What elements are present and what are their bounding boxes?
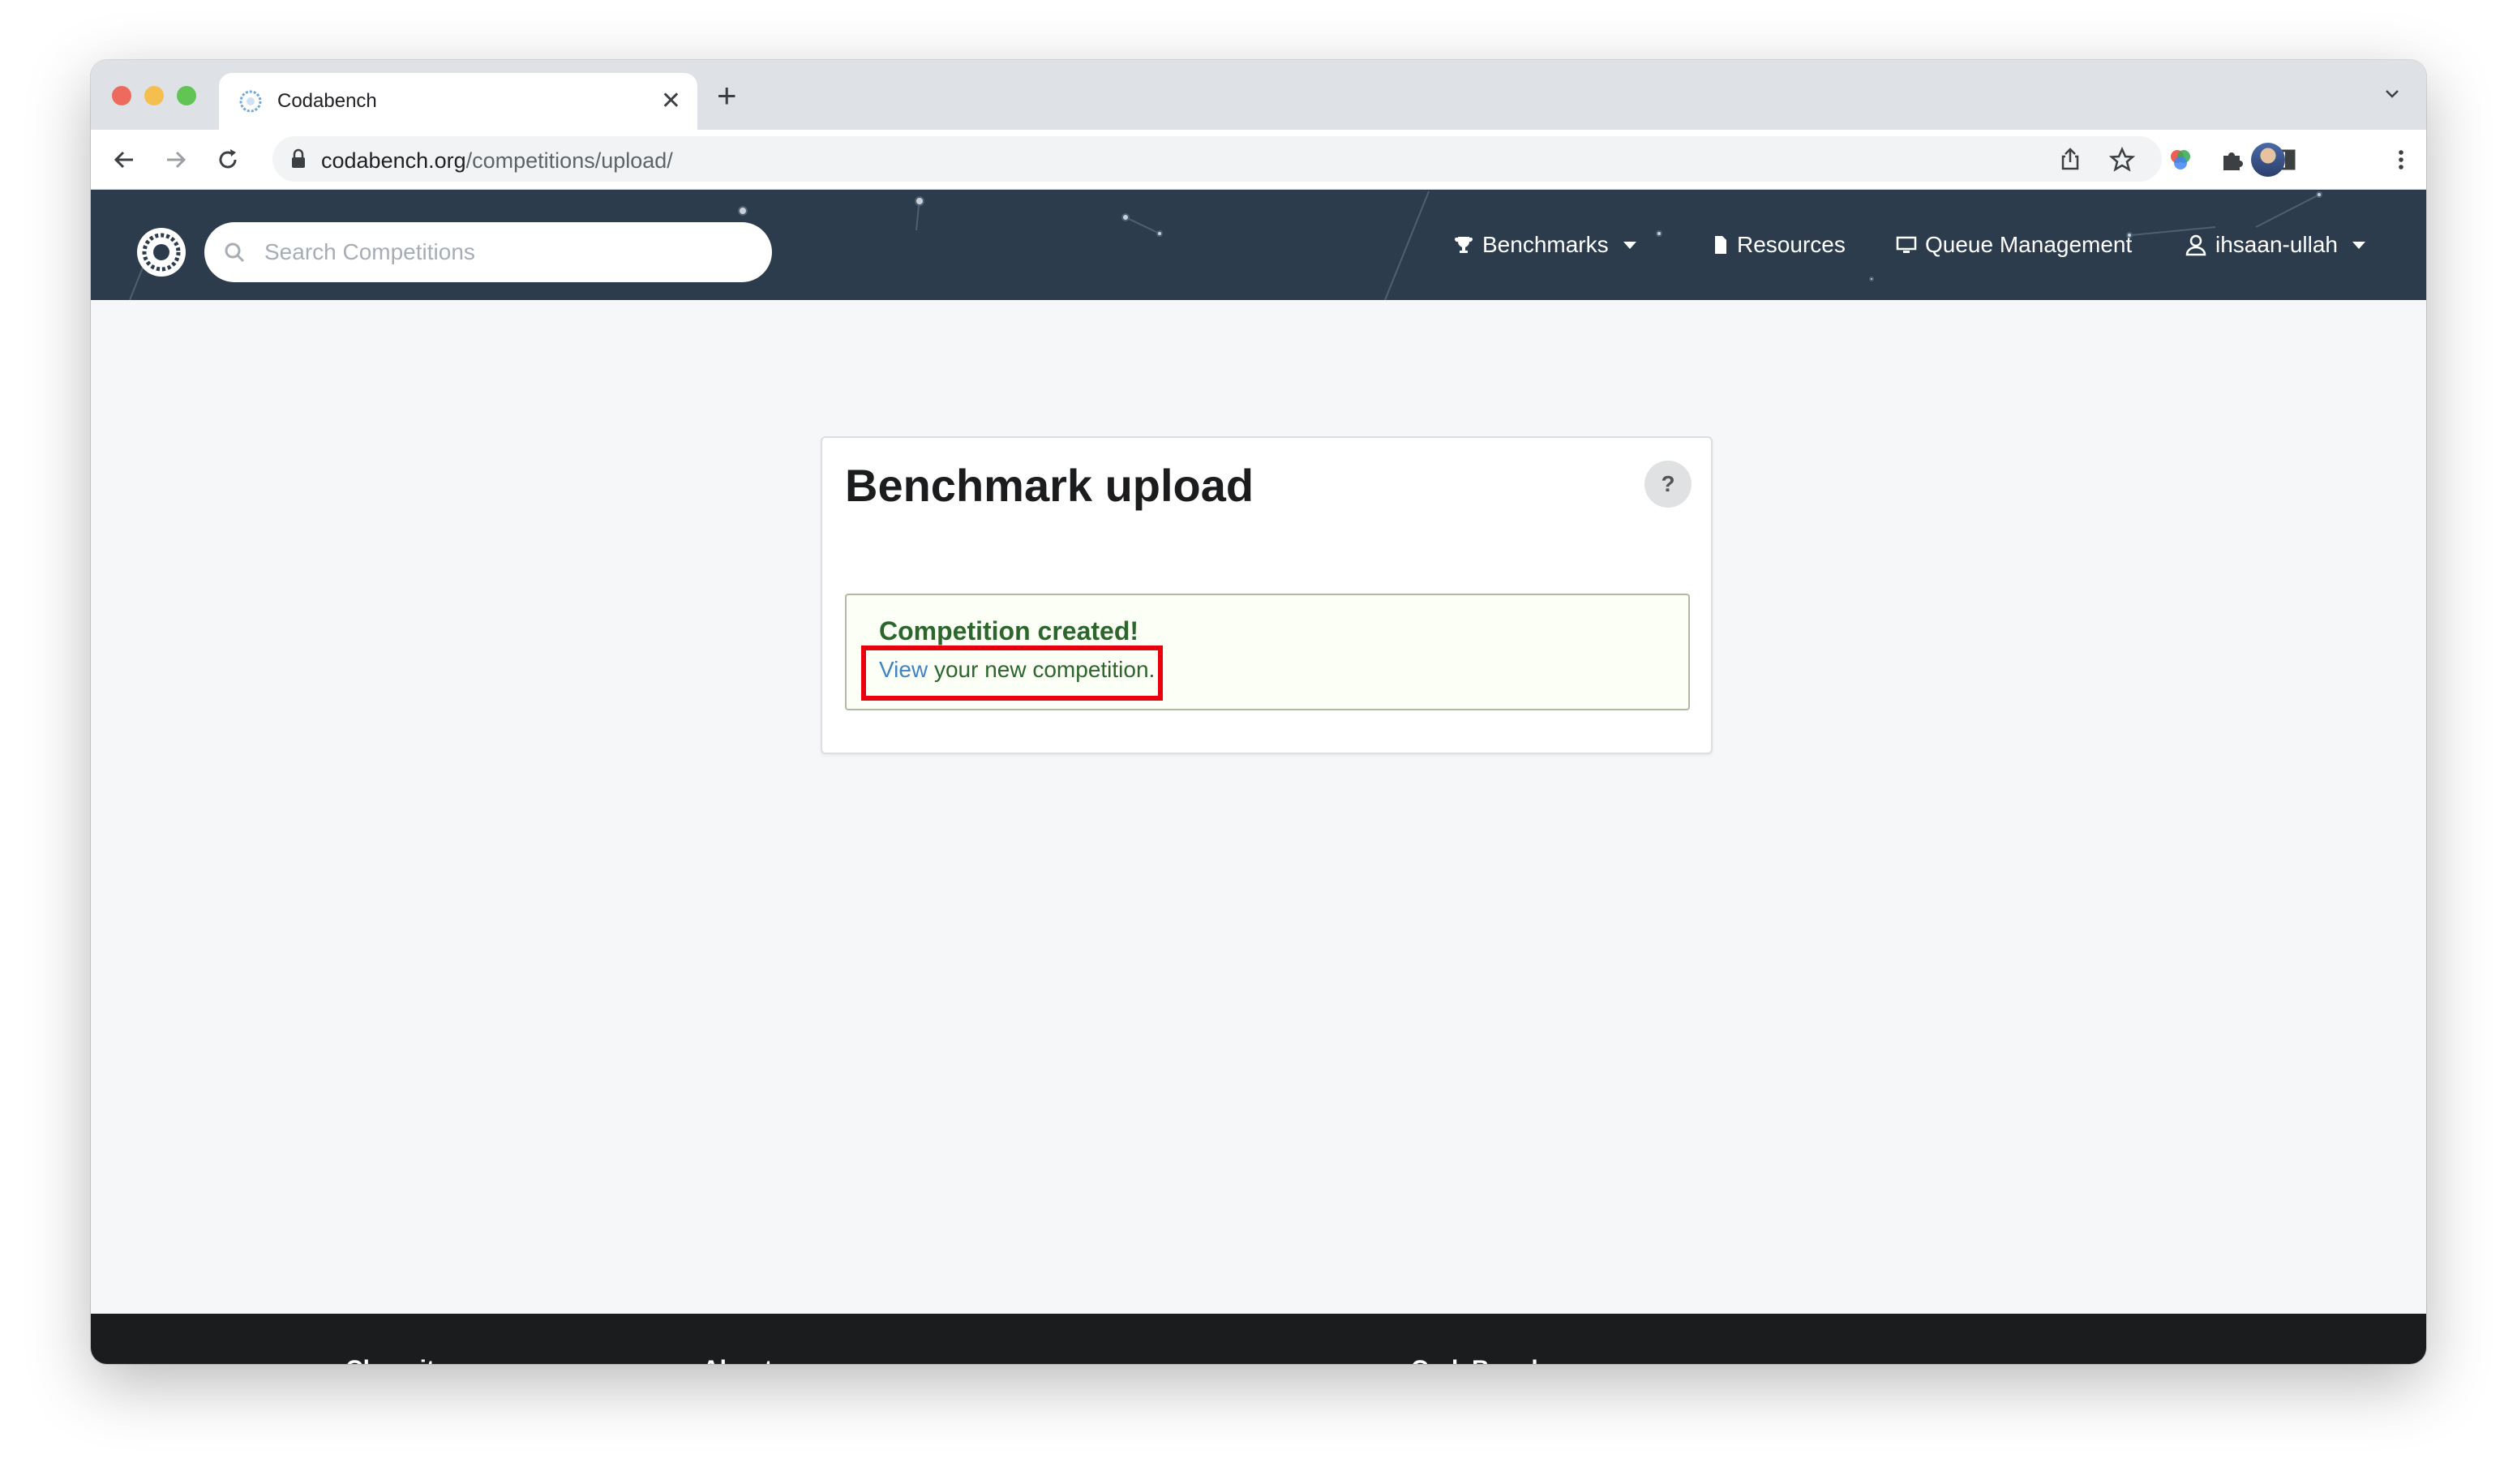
url-path: /competitions/upload/ bbox=[465, 148, 673, 173]
extensions-puzzle-icon[interactable] bbox=[2219, 146, 2246, 174]
url-text: codabench.org/competitions/upload/ bbox=[321, 148, 673, 174]
zoom-window-button[interactable] bbox=[177, 86, 196, 105]
nav-username: ihsaan-ullah bbox=[2215, 232, 2338, 257]
codabench-logo-icon[interactable] bbox=[136, 227, 187, 277]
lock-icon bbox=[292, 148, 305, 168]
highlight-box bbox=[861, 645, 1163, 701]
search-icon bbox=[225, 242, 245, 263]
codabench-favicon-icon bbox=[239, 90, 262, 113]
nav-user-menu[interactable]: ihsaan-ullah bbox=[2185, 232, 2365, 258]
nav-resources[interactable]: Resources bbox=[1713, 232, 1846, 258]
profile-avatar[interactable] bbox=[2251, 143, 2285, 177]
dropdown-caret-icon bbox=[1623, 241, 1636, 249]
help-button[interactable]: ? bbox=[1644, 461, 1692, 508]
nav-benchmarks[interactable]: Benchmarks bbox=[1453, 232, 1636, 258]
nav-queue-management[interactable]: Queue Management bbox=[1896, 232, 2132, 258]
file-icon bbox=[1715, 236, 1726, 254]
forward-arrow-icon[interactable] bbox=[162, 146, 190, 174]
desktop-icon bbox=[1896, 236, 1917, 253]
share-icon[interactable] bbox=[2056, 146, 2084, 174]
search-input[interactable] bbox=[264, 237, 751, 268]
url-domain: codabench.org bbox=[321, 148, 466, 173]
tab-strip: Codabench ✕ + bbox=[91, 60, 2426, 130]
site-navbar: Benchmarks Resources Queue Management ih… bbox=[91, 190, 2426, 300]
user-icon bbox=[2185, 234, 2206, 256]
new-tab-button[interactable]: + bbox=[717, 79, 737, 113]
reload-icon[interactable] bbox=[214, 146, 242, 174]
nav-queue-management-label: Queue Management bbox=[1925, 232, 2133, 257]
address-bar[interactable]: codabench.org/competitions/upload/ bbox=[272, 136, 2162, 182]
browser-toolbar: codabench.org/competitions/upload/ bbox=[91, 130, 2426, 190]
tab-close-icon[interactable]: ✕ bbox=[661, 89, 681, 114]
close-window-button[interactable] bbox=[112, 86, 131, 105]
minimize-window-button[interactable] bbox=[144, 86, 164, 105]
footer-heading-chasuite: Chasuite bbox=[345, 1356, 448, 1364]
success-header: Competition created! bbox=[879, 616, 1139, 645]
nav-resources-label: Resources bbox=[1737, 232, 1846, 257]
nav-benchmarks-label: Benchmarks bbox=[1482, 232, 1609, 257]
dropdown-caret-icon bbox=[2352, 241, 2365, 249]
trophy-icon bbox=[1455, 237, 1473, 253]
footer-heading-about: About bbox=[702, 1356, 773, 1364]
tab-codabench[interactable]: Codabench ✕ bbox=[219, 73, 697, 130]
kebab-menu-icon[interactable] bbox=[2387, 146, 2415, 174]
chevron-down-icon[interactable] bbox=[2382, 84, 2402, 104]
site-footer: Chasuite About CodaBench bbox=[91, 1314, 2426, 1364]
footer-heading-codabench: CodaBench bbox=[1411, 1356, 1546, 1364]
upload-card: Benchmark upload ? Competition created! … bbox=[821, 436, 1713, 754]
competition-search[interactable] bbox=[204, 222, 772, 282]
color-extension-icon[interactable] bbox=[2167, 146, 2194, 174]
tab-title: Codabench bbox=[277, 90, 377, 112]
page-title: Benchmark upload bbox=[845, 460, 1254, 511]
bookmark-star-icon[interactable] bbox=[2108, 146, 2136, 174]
back-arrow-icon[interactable] bbox=[110, 146, 138, 174]
